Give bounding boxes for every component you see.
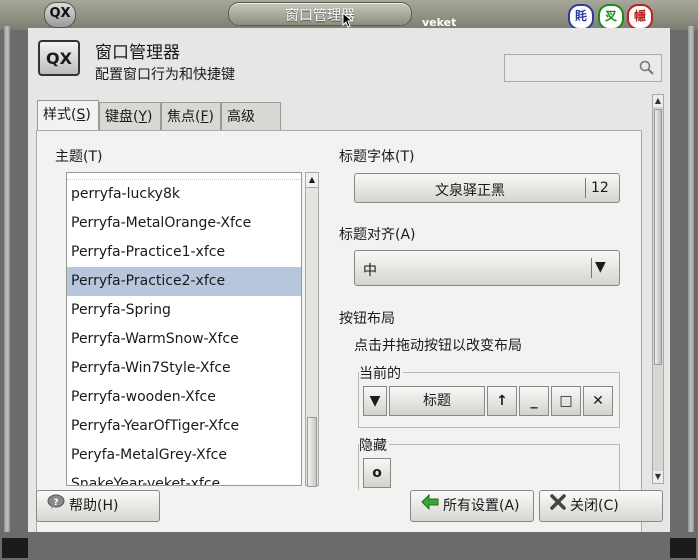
title-slot[interactable]: 标题 <box>389 386 485 416</box>
svg-text:?: ? <box>53 498 58 508</box>
tab-focus[interactable]: 焦点(F) <box>161 102 221 130</box>
list-item[interactable]: Perryfa-Practice1-xfce <box>67 238 301 267</box>
help-icon: ? <box>47 491 65 521</box>
tab-advanced[interactable]: 高级(V) <box>221 102 281 153</box>
left-frame-edge <box>4 26 10 556</box>
title-align-select[interactable]: 中 ▼ <box>354 250 620 286</box>
page-subtitle: 配置窗口行为和快捷键 <box>95 67 235 83</box>
app-menu-icon[interactable]: QX <box>44 2 76 28</box>
scrollbar-thumb[interactable] <box>307 417 317 487</box>
close-button-slot[interactable]: ✕ <box>583 386 613 416</box>
help-button[interactable]: ? 帮助(H) <box>36 490 160 522</box>
all-settings-button[interactable]: 所有设置(A) <box>410 490 534 522</box>
list-item[interactable]: Perryfa-WarmSnow-Xfce <box>67 325 301 354</box>
font-size: 12 <box>591 180 609 196</box>
close-button[interactable]: 关闭(C) <box>539 490 663 522</box>
bottom-left-corner[interactable] <box>2 538 28 558</box>
list-item[interactable]: Perryfa-Win7Style-Xfce <box>67 354 301 383</box>
list-item[interactable]: Perryfa-YearOfTiger-Xfce <box>67 412 301 441</box>
current-layout-group: 当前的 ▼ 标题 ↑ _ □ ✕ <box>358 363 620 428</box>
button-layout-label: 按钮布局 <box>339 311 395 327</box>
minimize-button[interactable]: 㲘 <box>568 4 594 30</box>
menu-button-slot[interactable]: ▼ <box>363 386 387 416</box>
list-item-partial <box>67 173 301 180</box>
arrow-left-icon <box>421 491 439 521</box>
tab-keyboard[interactable]: 键盘(Y) <box>99 102 161 130</box>
bottom-right-corner[interactable] <box>670 538 696 558</box>
list-item[interactable]: SnakeYear-veket-xfce <box>67 470 301 485</box>
theme-label: 主题(T) <box>55 149 103 165</box>
title-font-button[interactable]: 文泉驿正黑 12 <box>354 173 620 203</box>
title-align-value: 中 <box>363 263 377 279</box>
bottom-frame <box>0 532 698 560</box>
window-content: QX 窗口管理器 配置窗口行为和快捷键 样式(S) 键盘(Y) 焦点(F) 高级… <box>28 28 670 532</box>
maximize-button-slot[interactable]: □ <box>551 386 581 416</box>
hidden-layout-group: 隐藏 o <box>358 435 620 490</box>
page-title: 窗口管理器 <box>95 43 180 63</box>
search-icon[interactable] <box>639 60 655 80</box>
list-item[interactable]: Perryfa-MetalOrange-Xfce <box>67 209 301 238</box>
scroll-up-arrow-icon[interactable]: ▲ <box>653 95 663 107</box>
title-pill[interactable]: 窗口管理器 <box>228 2 412 26</box>
title-font-label: 标题字体(T) <box>339 149 415 165</box>
theme-list[interactable]: perryfa-lucky8k Perryfa-MetalOrange-Xfce… <box>66 172 302 486</box>
font-name: 文泉驿正黑 <box>435 183 505 199</box>
scroll-up-arrow-icon[interactable]: ▲ <box>306 173 318 188</box>
list-item[interactable]: Perryfa-wooden-Xfce <box>67 383 301 412</box>
tab-style[interactable]: 样式(S) <box>37 100 99 130</box>
list-item-selected[interactable]: Perryfa-Practice2-xfce <box>67 267 301 296</box>
list-item[interactable]: Perryfa-Spring <box>67 296 301 325</box>
stick-button-slot[interactable]: o <box>363 458 391 488</box>
maximize-button[interactable]: 㕚 <box>598 4 624 30</box>
shade-button-slot[interactable]: ↑ <box>487 386 517 416</box>
scrollbar-thumb[interactable] <box>654 109 662 365</box>
right-frame-edge <box>688 26 694 556</box>
list-item[interactable]: perryfa-lucky8k <box>67 180 301 209</box>
scroll-down-arrow-icon[interactable]: ▼ <box>653 471 663 483</box>
button-layout-hint: 点击并拖动按钮以改变布局 <box>354 338 522 354</box>
minimize-button-slot[interactable]: _ <box>519 386 549 416</box>
title-bar[interactable]: QX 窗口管理器 veket 㲘 㕚 㡥 <box>0 0 698 30</box>
theme-list-scrollbar[interactable]: ▲ <box>305 172 319 487</box>
current-layout-label: 当前的 <box>359 363 403 383</box>
hidden-layout-label: 隐藏 <box>359 435 389 455</box>
page-scrollbar[interactable]: ▲ ▼ <box>652 94 664 484</box>
chevron-down-icon: ▼ <box>595 259 606 275</box>
list-item[interactable]: Peryfa-MetalGrey-Xfce <box>67 441 301 470</box>
close-window-button[interactable]: 㡥 <box>627 4 653 30</box>
window-title: 窗口管理器 <box>285 8 355 24</box>
search-input[interactable] <box>504 54 662 82</box>
window-manager-icon: QX <box>38 40 80 76</box>
title-align-label: 标题对齐(A) <box>339 227 416 243</box>
mouse-cursor-icon <box>342 12 354 28</box>
close-icon <box>550 491 566 521</box>
